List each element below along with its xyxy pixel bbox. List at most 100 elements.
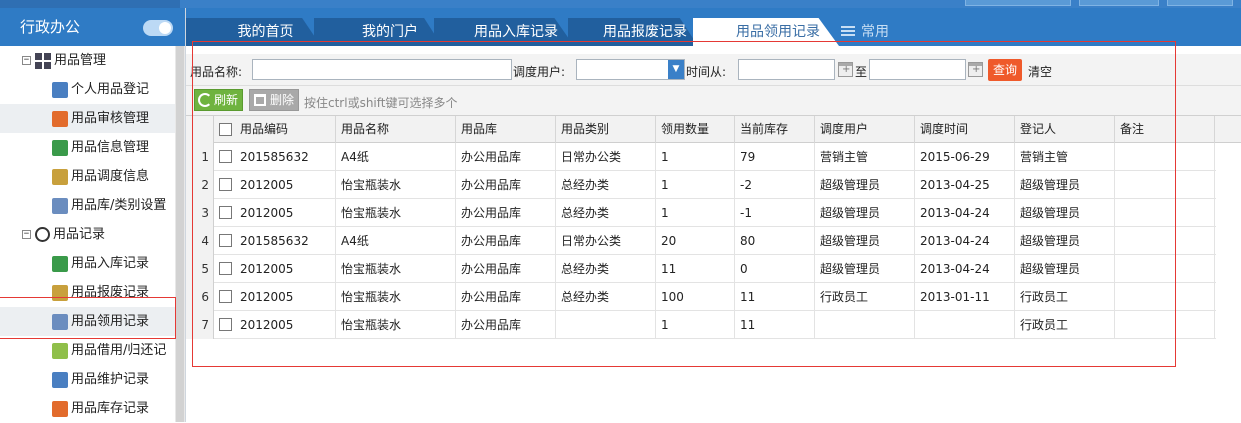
sidebar-item-2-2[interactable]: 用品报废记录 (0, 278, 185, 307)
table-cell: 办公用品库 (456, 171, 556, 199)
table-row[interactable]: 2 2012005 怡宝瓶装水 办公用品库 总经办类 1 -2 超级管理员 2013-04-25… (186, 171, 1216, 199)
time-from-input[interactable] (738, 59, 835, 80)
sidebar-toggle-switch[interactable] (143, 20, 173, 36)
time-to-input[interactable] (869, 59, 966, 80)
table-row[interactable]: 4 201585632 A4纸 办公用品库 日常办公类 20 80 超级管理员 2013-04-… (186, 227, 1216, 255)
sidebar-item-2-3[interactable]: 用品领用记录 (0, 307, 185, 336)
table-row[interactable]: 5 2012005 怡宝瓶装水 办公用品库 总经办类 11 0 超级管理员 2013-04-24… (186, 255, 1216, 283)
tab-4[interactable]: 用品报废记录 (568, 18, 698, 46)
column-header[interactable]: 登记人 (1015, 116, 1115, 143)
row-checkbox[interactable] (219, 206, 232, 219)
column-header[interactable]: 调度用户 (815, 116, 915, 143)
clear-button[interactable]: 清空 (1028, 63, 1052, 80)
table-row[interactable]: 1 201585632 A4纸 办公用品库 日常办公类 1 79 营销主管 2015-06-29… (186, 143, 1216, 171)
query-button[interactable]: 查询 (988, 59, 1022, 81)
name-search-input[interactable] (252, 59, 512, 80)
tab-5[interactable]: 用品领用记录 (693, 18, 839, 46)
app-title: 行政办公 (20, 18, 81, 36)
no-entry-icon (52, 285, 68, 301)
tab-2[interactable]: 我的门户 (314, 18, 442, 46)
sidebar-group-2[interactable]: − 用品记录 (0, 220, 185, 249)
sidebar-item-1-3[interactable]: 用品信息管理 (0, 133, 185, 162)
sidebar-item-2-6[interactable]: 用品库存记录 (0, 394, 185, 423)
table-cell: 100 (656, 283, 735, 311)
column-header[interactable]: 当前库存 (735, 116, 815, 143)
toggle-knob (159, 22, 171, 34)
search-bar: 用品名称: 调度用户: ▼ 时间从: 至 查询 清空 (186, 54, 1241, 86)
calendar-icon[interactable] (838, 62, 853, 77)
row-checkbox[interactable] (219, 290, 232, 303)
sidebar-item-1-1[interactable]: 个人用品登记 (0, 75, 185, 104)
table-row[interactable]: 7 2012005 怡宝瓶装水 办公用品库 1 11 行政员工 (186, 311, 1216, 339)
row-checkbox[interactable] (219, 150, 232, 163)
table-row[interactable]: 3 2012005 怡宝瓶装水 办公用品库 总经办类 1 -1 超级管理员 2013-04-24… (186, 199, 1216, 227)
table-cell: 201585632 (235, 143, 336, 171)
table-cell: 超级管理员 (815, 171, 915, 199)
receive-icon (52, 314, 68, 330)
table-cell (556, 311, 656, 339)
tab-3[interactable]: 用品入库记录 (434, 18, 574, 46)
row-number: 4 (186, 227, 214, 255)
delete-button[interactable]: 删除 (249, 89, 299, 111)
sidebar-item-2-1[interactable]: 用品入库记录 (0, 249, 185, 278)
header-button-1[interactable] (965, 0, 1071, 6)
column-header[interactable]: 领用数量 (656, 116, 735, 143)
select-all-checkbox[interactable] (219, 123, 232, 136)
sidebar-item-1-2[interactable]: 用品审核管理 (0, 104, 185, 133)
row-checkbox[interactable] (219, 234, 232, 247)
column-header[interactable]: 用品类别 (556, 116, 656, 143)
user-label: 调度用户: (513, 65, 566, 79)
table-cell: 营销主管 (815, 143, 915, 171)
table-cell: 1 (656, 311, 735, 339)
tab-label: 用品报废记录 (603, 24, 687, 40)
table-cell: 超级管理员 (815, 227, 915, 255)
sidebar-item-1-4[interactable]: 用品调度信息 (0, 162, 185, 191)
column-header[interactable]: 用品库 (456, 116, 556, 143)
tab-1[interactable]: 我的首页 (186, 18, 321, 46)
row-checkbox[interactable] (219, 318, 232, 331)
table-cell: 超级管理员 (815, 199, 915, 227)
sidebar-item-label: 个人用品登记 (71, 82, 150, 97)
column-header[interactable]: 调度时间 (915, 116, 1015, 143)
header-button-2[interactable] (1079, 0, 1159, 6)
table-cell: 办公用品库 (456, 143, 556, 171)
sidebar-item-label: 用品入库记录 (71, 256, 150, 271)
table-cell: 2015-06-29 (915, 143, 1015, 171)
trash-icon (254, 94, 266, 106)
user-edit-icon (52, 82, 68, 98)
sidebar-scrollbar[interactable] (175, 46, 185, 422)
collapse-icon[interactable]: − (22, 56, 31, 65)
row-checkbox[interactable] (219, 178, 232, 191)
column-header[interactable]: 备注 (1115, 116, 1215, 143)
row-number: 1 (186, 143, 214, 171)
logo-strip (0, 0, 180, 8)
sidebar-item-1-5[interactable]: 用品库/类别设置 (0, 191, 185, 220)
sidebar-item-2-4[interactable]: 用品借用/归还记 (0, 336, 185, 365)
row-checkbox[interactable] (219, 262, 232, 275)
table-cell: A4纸 (336, 143, 456, 171)
table-cell: 办公用品库 (456, 311, 556, 339)
table-cell: 超级管理员 (1015, 171, 1115, 199)
row-number: 6 (186, 283, 214, 311)
calendar-icon[interactable] (968, 62, 983, 77)
sidebar-group-1[interactable]: − 用品管理 (0, 46, 185, 75)
sidebar-item-label: 用品报废记录 (71, 285, 150, 300)
grid-icon (35, 52, 51, 69)
user-select[interactable]: ▼ (576, 59, 685, 80)
collapse-icon[interactable]: − (22, 230, 31, 239)
sidebar-group-label: 用品管理 (54, 53, 107, 68)
chevron-down-icon[interactable]: ▼ (668, 60, 684, 79)
dispatch-icon (52, 169, 68, 185)
table-cell: 营销主管 (1015, 143, 1115, 171)
sidebar-item-label: 用品库/类别设置 (71, 198, 167, 213)
column-header[interactable]: 用品名称 (336, 116, 456, 143)
refresh-button[interactable]: 刷新 (194, 89, 243, 111)
column-header[interactable]: 用品编码 (235, 116, 336, 143)
sidebar-item-label: 用品信息管理 (71, 140, 150, 155)
table-row[interactable]: 6 2012005 怡宝瓶装水 办公用品库 总经办类 100 11 行政员工 2013-01-1… (186, 283, 1216, 311)
header-button-3[interactable] (1167, 0, 1233, 6)
refresh-icon (198, 93, 212, 107)
sidebar-scrollbar-thumb[interactable] (176, 46, 184, 422)
sidebar-item-2-5[interactable]: 用品维护记录 (0, 365, 185, 394)
tab-common[interactable]: 常用 (841, 18, 889, 46)
